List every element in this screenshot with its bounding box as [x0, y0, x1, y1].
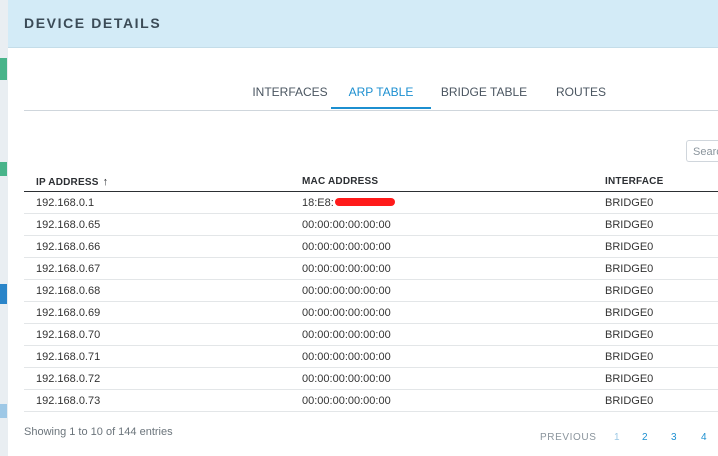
table-row: 192.168.0.67 00:00:00:00:00:00 BRIDGE0 — [24, 257, 718, 280]
pagination-page-2[interactable]: 2 — [642, 432, 648, 443]
tab-routes[interactable]: ROUTES — [552, 78, 610, 107]
tab-bar: INTERFACES ARP TABLE BRIDGE TABLE ROUTES — [24, 78, 718, 111]
pagination-page-4[interactable]: 4 — [701, 432, 707, 443]
ip-cell: 192.168.0.73 — [24, 389, 290, 412]
mac-value: 18:E8: — [302, 196, 334, 209]
device-details-dialog: DEVICE DETAILS INTERFACES ARP TABLE BRID… — [8, 0, 718, 456]
ip-cell: 192.168.0.69 — [24, 301, 290, 324]
interface-cell: BRIDGE0 — [593, 323, 718, 346]
background-green-mark — [0, 58, 7, 80]
table-row: 192.168.0.65 00:00:00:00:00:00 BRIDGE0 — [24, 213, 718, 236]
mac-cell: 00:00:00:00:00:00 — [290, 279, 593, 302]
arrow-up-icon: ↑ — [102, 175, 109, 188]
ip-cell: 192.168.0.71 — [24, 345, 290, 368]
table-row: 192.168.0.72 00:00:00:00:00:00 BRIDGE0 — [24, 367, 718, 390]
column-header-label: MAC ADDRESS — [302, 176, 379, 187]
mac-cell: 18:E8: — [290, 191, 593, 214]
column-header-label: INTERFACE — [605, 176, 664, 187]
interface-cell: BRIDGE0 — [593, 367, 718, 390]
table-row: 192.168.0.73 00:00:00:00:00:00 BRIDGE0 — [24, 389, 718, 412]
mac-cell: 00:00:00:00:00:00 — [290, 323, 593, 346]
mac-cell: 00:00:00:00:00:00 — [290, 213, 593, 236]
interface-cell: BRIDGE0 — [593, 301, 718, 324]
mac-cell: 00:00:00:00:00:00 — [290, 389, 593, 412]
ip-cell: 192.168.0.1 — [24, 191, 290, 214]
interface-cell: BRIDGE0 — [593, 257, 718, 280]
ip-cell: 192.168.0.72 — [24, 367, 290, 390]
pagination-page-1[interactable]: 1 — [614, 432, 620, 443]
column-header-label: IP ADDRESS — [36, 176, 99, 188]
table-header-row: IP ADDRESS ↑ MAC ADDRESS INTERFACE — [24, 172, 718, 192]
table-row: 192.168.0.66 00:00:00:00:00:00 BRIDGE0 — [24, 235, 718, 258]
mac-cell: 00:00:00:00:00:00 — [290, 235, 593, 258]
interface-cell: BRIDGE0 — [593, 191, 718, 214]
dialog-header: DEVICE DETAILS — [8, 0, 718, 48]
interface-cell: BRIDGE0 — [593, 389, 718, 412]
table-row: 192.168.0.70 00:00:00:00:00:00 BRIDGE0 — [24, 323, 718, 346]
pagination-previous-button[interactable]: PREVIOUS — [540, 432, 596, 443]
table-row: 192.168.0.71 00:00:00:00:00:00 BRIDGE0 — [24, 345, 718, 368]
mac-cell: 00:00:00:00:00:00 — [290, 345, 593, 368]
search-input[interactable]: Search — [686, 140, 718, 162]
ip-cell: 192.168.0.67 — [24, 257, 290, 280]
interface-cell: BRIDGE0 — [593, 279, 718, 302]
ip-cell: 192.168.0.68 — [24, 279, 290, 302]
redaction-mark — [334, 197, 395, 206]
background-chart-mark — [0, 404, 7, 418]
mac-cell: 00:00:00:00:00:00 — [290, 301, 593, 324]
table-row: 192.168.0.1 18:E8: BRIDGE0 — [24, 191, 718, 214]
tab-arp-table[interactable]: ARP TABLE — [331, 78, 431, 109]
interface-cell: BRIDGE0 — [593, 235, 718, 258]
tab-bridge-table[interactable]: BRIDGE TABLE — [436, 78, 532, 107]
tab-interfaces[interactable]: INTERFACES — [236, 78, 344, 107]
mac-cell: 00:00:00:00:00:00 — [290, 367, 593, 390]
ip-cell: 192.168.0.70 — [24, 323, 290, 346]
table-row: 192.168.0.68 00:00:00:00:00:00 BRIDGE0 — [24, 279, 718, 302]
background-blue-mark — [0, 284, 7, 304]
interface-cell: BRIDGE0 — [593, 213, 718, 236]
dialog-title: DEVICE DETAILS — [24, 15, 162, 31]
mac-cell: 00:00:00:00:00:00 — [290, 257, 593, 280]
column-header-interface[interactable]: INTERFACE — [593, 172, 718, 192]
ip-cell: 192.168.0.65 — [24, 213, 290, 236]
pagination-page-3[interactable]: 3 — [671, 432, 677, 443]
arp-table: IP ADDRESS ↑ MAC ADDRESS INTERFACE 192.16… — [24, 172, 718, 412]
entries-info: Showing 1 to 10 of 144 entries — [24, 426, 173, 438]
table-row: 192.168.0.69 00:00:00:00:00:00 BRIDGE0 — [24, 301, 718, 324]
ip-cell: 192.168.0.66 — [24, 235, 290, 258]
column-header-ip-address[interactable]: IP ADDRESS ↑ — [24, 172, 290, 192]
column-header-mac-address[interactable]: MAC ADDRESS — [290, 172, 593, 192]
background-green-mark — [0, 162, 7, 176]
interface-cell: BRIDGE0 — [593, 345, 718, 368]
